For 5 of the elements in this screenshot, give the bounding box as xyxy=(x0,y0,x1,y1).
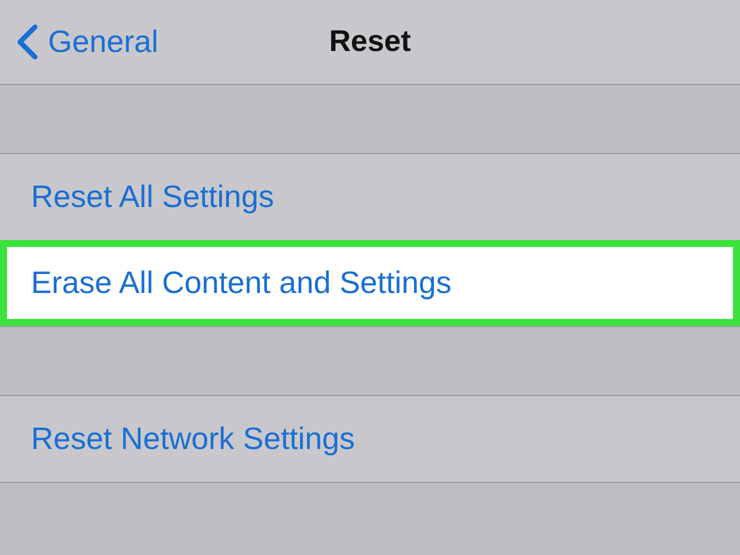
highlighted-settings-row[interactable]: Erase All Content and Settings xyxy=(0,240,740,326)
back-link[interactable]: General xyxy=(16,24,158,60)
back-label: General xyxy=(48,24,158,60)
page-title: Reset xyxy=(329,25,411,59)
back-chevron-icon xyxy=(16,24,38,60)
